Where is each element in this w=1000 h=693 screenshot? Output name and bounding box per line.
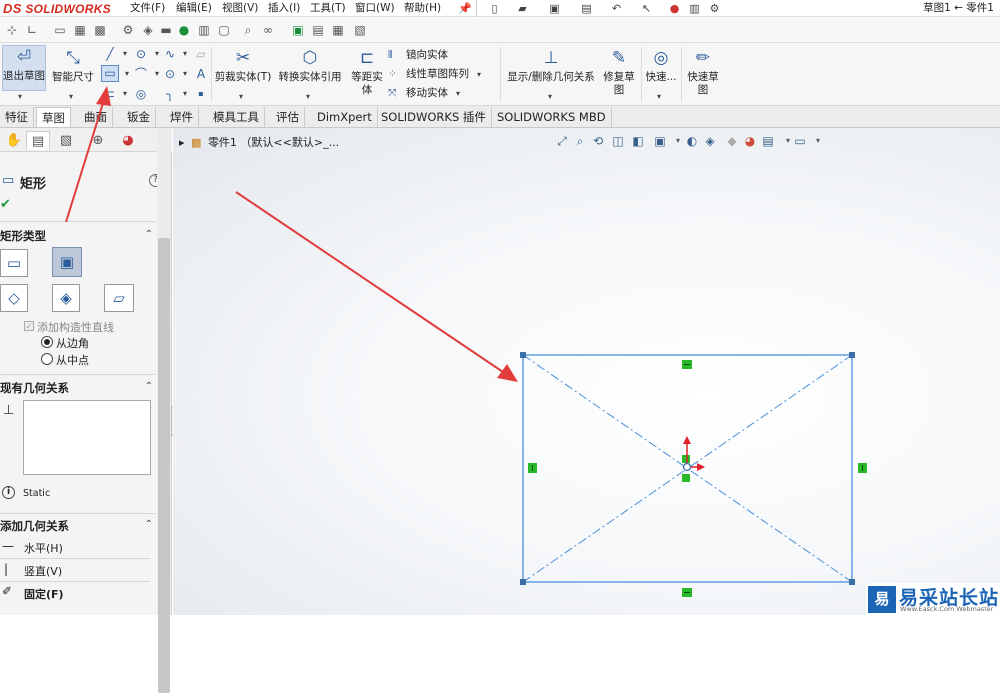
annotation-arrows	[65, 86, 518, 382]
annotation-arrow-shaft	[65, 99, 105, 223]
midpoint-relation-marker[interactable]	[682, 455, 690, 463]
sketch-overlay	[65, 86, 867, 597]
corner-point[interactable]	[520, 352, 526, 358]
corner-point[interactable]	[520, 579, 526, 585]
origin-arrow-right	[697, 463, 705, 471]
annotation-arrow-head	[497, 364, 518, 382]
corner-point[interactable]	[849, 352, 855, 358]
annotation-arrow-head	[96, 86, 111, 106]
center-rectangle-sketch[interactable]	[520, 352, 867, 597]
corner-point[interactable]	[849, 579, 855, 585]
watermark-logo: 易	[868, 586, 896, 613]
annotation-arrow-shaft	[235, 191, 504, 373]
watermark-url: Www.Easck.Com Webmaster	[900, 605, 994, 613]
origin-arrow-up	[683, 436, 691, 444]
origin-point	[682, 462, 692, 472]
origin-indicator	[682, 436, 705, 472]
midpoint-relation-marker[interactable]	[682, 474, 690, 482]
